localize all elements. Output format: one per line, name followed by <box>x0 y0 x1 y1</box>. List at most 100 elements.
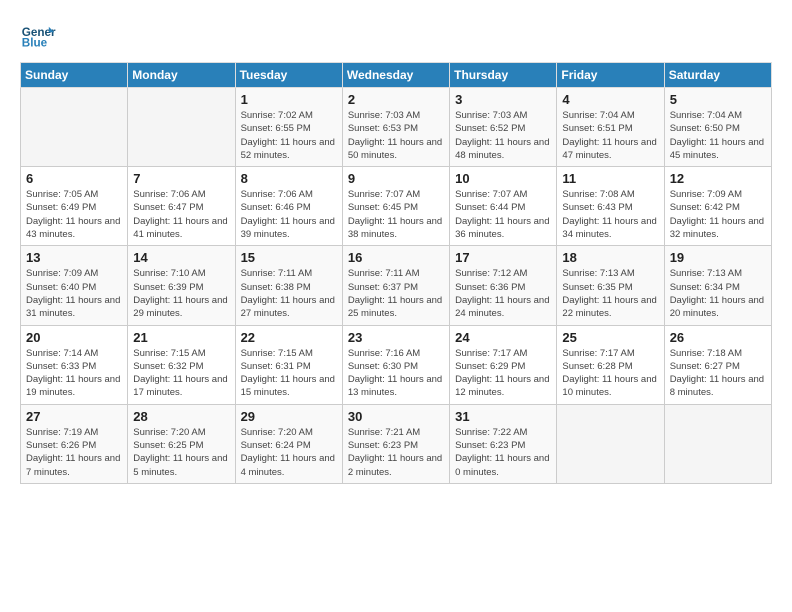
calendar-cell: 15Sunrise: 7:11 AM Sunset: 6:38 PM Dayli… <box>235 246 342 325</box>
calendar-cell: 19 Sunrise: 7:13 AM Sunset: 6:34 PM Dayli… <box>664 246 771 325</box>
day-number: 8 <box>241 171 337 186</box>
calendar-week-1: 1 Sunrise: 7:02 AM Sunset: 6:55 PM Daylig… <box>21 88 772 167</box>
day-number: 28 <box>133 409 229 424</box>
calendar-cell: 3Sunrise: 7:03 AM Sunset: 6:52 PM Daylig… <box>450 88 557 167</box>
day-detail: Sunrise: 7:09 AM Sunset: 6:40 PM Dayligh… <box>26 267 122 320</box>
day-number: 31 <box>455 409 551 424</box>
calendar-cell: 13 Sunrise: 7:09 AM Sunset: 6:40 PM Dayli… <box>21 246 128 325</box>
day-number: 9 <box>348 171 444 186</box>
day-number: 21 <box>133 330 229 345</box>
day-number: 1 <box>241 92 337 107</box>
weekday-header-thursday: Thursday <box>450 63 557 88</box>
calendar-cell: 26Sunrise: 7:18 AM Sunset: 6:27 PM Dayli… <box>664 325 771 404</box>
day-number: 30 <box>348 409 444 424</box>
calendar-cell: 16Sunrise: 7:11 AM Sunset: 6:37 PM Dayli… <box>342 246 449 325</box>
day-detail: Sunrise: 7:07 AM Sunset: 6:45 PM Dayligh… <box>348 188 444 241</box>
day-detail: Sunrise: 7:21 AM Sunset: 6:23 PM Dayligh… <box>348 426 444 479</box>
day-detail: Sunrise: 7:10 AM Sunset: 6:39 PM Dayligh… <box>133 267 229 320</box>
calendar-cell: 30 Sunrise: 7:21 AM Sunset: 6:23 PM Dayli… <box>342 404 449 483</box>
calendar-cell: 5 Sunrise: 7:04 AM Sunset: 6:50 PM Daylig… <box>664 88 771 167</box>
day-detail: Sunrise: 7:22 AM Sunset: 6:23 PM Dayligh… <box>455 426 551 479</box>
day-number: 20 <box>26 330 122 345</box>
day-detail: Sunrise: 7:04 AM Sunset: 6:51 PM Dayligh… <box>562 109 658 162</box>
day-number: 23 <box>348 330 444 345</box>
day-detail: Sunrise: 7:20 AM Sunset: 6:25 PM Dayligh… <box>133 426 229 479</box>
calendar-cell: 4 Sunrise: 7:04 AM Sunset: 6:51 PM Daylig… <box>557 88 664 167</box>
weekday-header-row: SundayMondayTuesdayWednesdayThursdayFrid… <box>21 63 772 88</box>
day-detail: Sunrise: 7:04 AM Sunset: 6:50 PM Dayligh… <box>670 109 766 162</box>
calendar-cell: 10 Sunrise: 7:07 AM Sunset: 6:44 PM Dayli… <box>450 167 557 246</box>
day-number: 5 <box>670 92 766 107</box>
calendar-cell: 1 Sunrise: 7:02 AM Sunset: 6:55 PM Daylig… <box>235 88 342 167</box>
weekday-header-friday: Friday <box>557 63 664 88</box>
calendar-body: 1 Sunrise: 7:02 AM Sunset: 6:55 PM Daylig… <box>21 88 772 484</box>
day-number: 14 <box>133 250 229 265</box>
calendar-cell: 17Sunrise: 7:12 AM Sunset: 6:36 PM Dayli… <box>450 246 557 325</box>
day-detail: Sunrise: 7:13 AM Sunset: 6:34 PM Dayligh… <box>670 267 766 320</box>
day-number: 18 <box>562 250 658 265</box>
day-detail: Sunrise: 7:03 AM Sunset: 6:53 PM Dayligh… <box>348 109 444 162</box>
calendar-cell: 29 Sunrise: 7:20 AM Sunset: 6:24 PM Dayli… <box>235 404 342 483</box>
calendar-cell <box>664 404 771 483</box>
calendar-cell: 24 Sunrise: 7:17 AM Sunset: 6:29 PM Dayli… <box>450 325 557 404</box>
day-detail: Sunrise: 7:20 AM Sunset: 6:24 PM Dayligh… <box>241 426 337 479</box>
weekday-header-wednesday: Wednesday <box>342 63 449 88</box>
day-number: 19 <box>670 250 766 265</box>
calendar-cell: 28 Sunrise: 7:20 AM Sunset: 6:25 PM Dayli… <box>128 404 235 483</box>
calendar-table: SundayMondayTuesdayWednesdayThursdayFrid… <box>20 62 772 484</box>
day-detail: Sunrise: 7:06 AM Sunset: 6:47 PM Dayligh… <box>133 188 229 241</box>
day-detail: Sunrise: 7:05 AM Sunset: 6:49 PM Dayligh… <box>26 188 122 241</box>
day-detail: Sunrise: 7:15 AM Sunset: 6:31 PM Dayligh… <box>241 347 337 400</box>
day-number: 10 <box>455 171 551 186</box>
calendar-cell <box>128 88 235 167</box>
day-detail: Sunrise: 7:08 AM Sunset: 6:43 PM Dayligh… <box>562 188 658 241</box>
calendar-cell: 14 Sunrise: 7:10 AM Sunset: 6:39 PM Dayli… <box>128 246 235 325</box>
calendar-cell <box>21 88 128 167</box>
day-detail: Sunrise: 7:11 AM Sunset: 6:38 PM Dayligh… <box>241 267 337 320</box>
day-detail: Sunrise: 7:16 AM Sunset: 6:30 PM Dayligh… <box>348 347 444 400</box>
day-number: 4 <box>562 92 658 107</box>
day-detail: Sunrise: 7:02 AM Sunset: 6:55 PM Dayligh… <box>241 109 337 162</box>
calendar-cell: 2 Sunrise: 7:03 AM Sunset: 6:53 PM Daylig… <box>342 88 449 167</box>
calendar-week-4: 20 Sunrise: 7:14 AM Sunset: 6:33 PM Dayli… <box>21 325 772 404</box>
day-number: 3 <box>455 92 551 107</box>
day-number: 7 <box>133 171 229 186</box>
weekday-header-saturday: Saturday <box>664 63 771 88</box>
day-number: 13 <box>26 250 122 265</box>
calendar-week-3: 13 Sunrise: 7:09 AM Sunset: 6:40 PM Dayli… <box>21 246 772 325</box>
calendar-cell: 23 Sunrise: 7:16 AM Sunset: 6:30 PM Dayli… <box>342 325 449 404</box>
day-detail: Sunrise: 7:18 AM Sunset: 6:27 PM Dayligh… <box>670 347 766 400</box>
calendar-cell: 25Sunrise: 7:17 AM Sunset: 6:28 PM Dayli… <box>557 325 664 404</box>
day-number: 24 <box>455 330 551 345</box>
calendar-cell: 18Sunrise: 7:13 AM Sunset: 6:35 PM Dayli… <box>557 246 664 325</box>
calendar-cell: 21 Sunrise: 7:15 AM Sunset: 6:32 PM Dayli… <box>128 325 235 404</box>
day-number: 22 <box>241 330 337 345</box>
calendar-cell: 20 Sunrise: 7:14 AM Sunset: 6:33 PM Dayli… <box>21 325 128 404</box>
day-number: 25 <box>562 330 658 345</box>
day-detail: Sunrise: 7:15 AM Sunset: 6:32 PM Dayligh… <box>133 347 229 400</box>
calendar-cell: 31 Sunrise: 7:22 AM Sunset: 6:23 PM Dayli… <box>450 404 557 483</box>
day-detail: Sunrise: 7:07 AM Sunset: 6:44 PM Dayligh… <box>455 188 551 241</box>
calendar-cell: 11 Sunrise: 7:08 AM Sunset: 6:43 PM Dayli… <box>557 167 664 246</box>
calendar-cell: 7 Sunrise: 7:06 AM Sunset: 6:47 PM Daylig… <box>128 167 235 246</box>
day-number: 6 <box>26 171 122 186</box>
day-detail: Sunrise: 7:14 AM Sunset: 6:33 PM Dayligh… <box>26 347 122 400</box>
day-detail: Sunrise: 7:17 AM Sunset: 6:29 PM Dayligh… <box>455 347 551 400</box>
weekday-header-monday: Monday <box>128 63 235 88</box>
day-number: 29 <box>241 409 337 424</box>
day-number: 12 <box>670 171 766 186</box>
day-number: 17 <box>455 250 551 265</box>
day-number: 27 <box>26 409 122 424</box>
page-header: General Blue <box>20 16 772 52</box>
calendar-cell: 6 Sunrise: 7:05 AM Sunset: 6:49 PM Daylig… <box>21 167 128 246</box>
day-number: 16 <box>348 250 444 265</box>
calendar-cell: 22 Sunrise: 7:15 AM Sunset: 6:31 PM Dayli… <box>235 325 342 404</box>
weekday-header-tuesday: Tuesday <box>235 63 342 88</box>
day-number: 11 <box>562 171 658 186</box>
day-number: 2 <box>348 92 444 107</box>
calendar-cell <box>557 404 664 483</box>
day-detail: Sunrise: 7:06 AM Sunset: 6:46 PM Dayligh… <box>241 188 337 241</box>
calendar-cell: 9 Sunrise: 7:07 AM Sunset: 6:45 PM Daylig… <box>342 167 449 246</box>
calendar-week-2: 6 Sunrise: 7:05 AM Sunset: 6:49 PM Daylig… <box>21 167 772 246</box>
logo-icon: General Blue <box>20 16 56 52</box>
